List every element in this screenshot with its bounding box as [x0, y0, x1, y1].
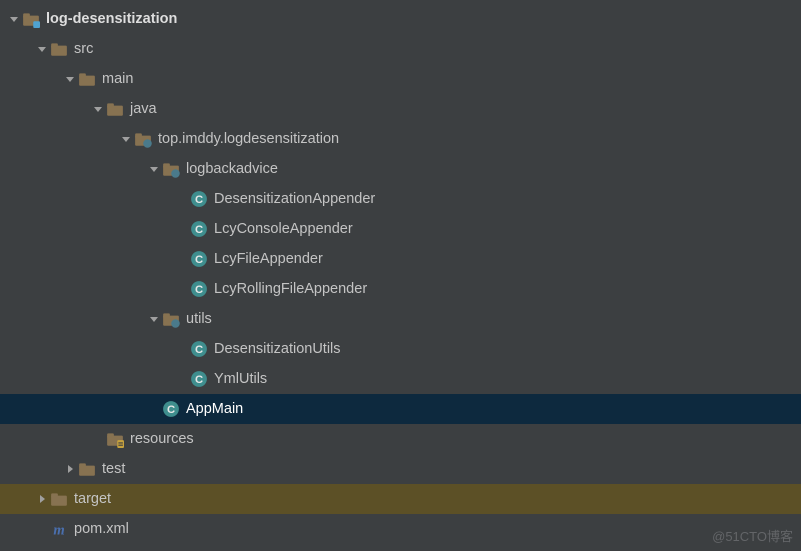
folder-icon [50, 40, 68, 58]
folder-icon [78, 70, 96, 88]
tree-item-label: AppMain [186, 401, 243, 417]
java-class-icon [190, 220, 208, 238]
tree-item-target[interactable]: target [0, 484, 801, 514]
tree-item-utils[interactable]: utils [0, 304, 801, 334]
tree-item-label: LcyFileAppender [214, 251, 323, 267]
chevron-down-icon[interactable] [146, 161, 162, 177]
package-icon [134, 130, 152, 148]
tree-item-appmain[interactable]: AppMain [0, 394, 801, 424]
tree-item-label: src [74, 41, 93, 57]
tree-item-label: main [102, 71, 133, 87]
chevron-down-icon[interactable] [34, 41, 50, 57]
tree-item-label: DesensitizationAppender [214, 191, 375, 207]
watermark-text: @51CTO博客 [712, 526, 793, 545]
java-class-icon [162, 400, 180, 418]
java-class-icon [190, 280, 208, 298]
package-icon [162, 310, 180, 328]
java-class-icon [190, 190, 208, 208]
java-class-icon [190, 340, 208, 358]
tree-item-label: logbackadvice [186, 161, 278, 177]
tree-item-test[interactable]: test [0, 454, 801, 484]
tree-item-src[interactable]: src [0, 34, 801, 64]
tree-item-main[interactable]: main [0, 64, 801, 94]
tree-item-class[interactable]: LcyConsoleAppender [0, 214, 801, 244]
tree-item-package[interactable]: top.imddy.logdesensitization [0, 124, 801, 154]
chevron-right-icon[interactable] [62, 461, 78, 477]
tree-item-label: java [130, 101, 157, 117]
chevron-down-icon[interactable] [146, 311, 162, 327]
tree-item-label: pom.xml [74, 521, 129, 537]
tree-item-label: target [74, 491, 111, 507]
java-class-icon [190, 250, 208, 268]
package-icon [162, 160, 180, 178]
tree-item-logbackadvice[interactable]: logbackadvice [0, 154, 801, 184]
module-folder-icon [22, 10, 40, 28]
excluded-folder-icon [50, 490, 68, 508]
folder-icon [78, 460, 96, 478]
tree-item-class[interactable]: DesensitizationAppender [0, 184, 801, 214]
tree-item-label: utils [186, 311, 212, 327]
tree-item-label: test [102, 461, 125, 477]
tree-item-class[interactable]: DesensitizationUtils [0, 334, 801, 364]
java-class-icon [190, 370, 208, 388]
chevron-down-icon[interactable] [90, 101, 106, 117]
tree-item-label: LcyRollingFileAppender [214, 281, 367, 297]
resources-folder-icon [106, 430, 124, 448]
chevron-down-icon[interactable] [62, 71, 78, 87]
chevron-down-icon[interactable] [6, 11, 22, 27]
tree-item-pom[interactable]: pom.xml [0, 514, 801, 544]
tree-item-class[interactable]: LcyFileAppender [0, 244, 801, 274]
tree-item-label: LcyConsoleAppender [214, 221, 353, 237]
tree-item-java[interactable]: java [0, 94, 801, 124]
source-folder-icon [106, 100, 124, 118]
chevron-right-icon[interactable] [34, 491, 50, 507]
tree-item-label: DesensitizationUtils [214, 341, 341, 357]
tree-item-class[interactable]: YmlUtils [0, 364, 801, 394]
chevron-down-icon[interactable] [118, 131, 134, 147]
tree-item-label: log-desensitization [46, 11, 177, 27]
project-tree[interactable]: log-desensitization src main java top.im… [0, 0, 801, 544]
maven-file-icon [50, 520, 68, 538]
tree-item-root[interactable]: log-desensitization [0, 4, 801, 34]
tree-item-label: top.imddy.logdesensitization [158, 131, 339, 147]
tree-item-class[interactable]: LcyRollingFileAppender [0, 274, 801, 304]
tree-item-label: resources [130, 431, 194, 447]
tree-item-label: YmlUtils [214, 371, 267, 387]
tree-item-resources[interactable]: resources [0, 424, 801, 454]
